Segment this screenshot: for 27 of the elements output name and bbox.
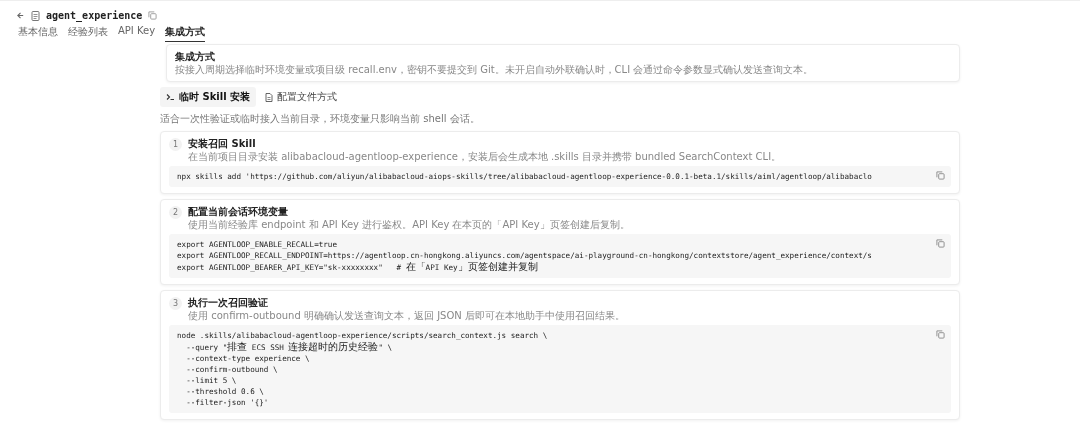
copy-icon[interactable]: [936, 171, 945, 180]
step-description: 在当前项目目录安装 alibabacloud-agentloop-experience，安装后会生成本地 .skills 目录并携带 bundled SearchContext CLI。: [188, 151, 782, 163]
page-title: agent_experience: [46, 10, 143, 21]
step-number: 1: [169, 138, 182, 151]
step-description: 使用 confirm-outbound 明确确认发送查询文本，返回 JSON 后即可在本地助手中使用召回结果。: [188, 310, 625, 322]
document-icon: [31, 10, 40, 21]
mode-tab[interactable]: 临时 Skill 安装: [160, 87, 257, 107]
copy-icon[interactable]: [936, 239, 945, 248]
step-number: 2: [169, 206, 182, 219]
tab[interactable]: API Key: [118, 25, 156, 42]
tab[interactable]: 基本信息: [18, 25, 58, 42]
back-arrow-icon[interactable]: [16, 11, 25, 20]
step-number: 3: [169, 297, 182, 310]
step-title: 配置当前会话环境变量: [188, 205, 289, 219]
tab[interactable]: 集成方式: [165, 25, 206, 42]
step-title: 安装召回 Skill: [188, 137, 257, 151]
tab[interactable]: 经验列表: [68, 25, 108, 42]
card-description: 按接入周期选择临时环境变量或项目级 recall.env，密钥不要提交到 Git。未开启自动外联确认时，CLI 会通过命令参数显式确认发送查询文本。: [175, 64, 815, 76]
mode-note: 适合一次性验证或临时接入当前目录，环境变量只影响当前 shell 会话。: [160, 112, 481, 126]
copy-icon[interactable]: [148, 11, 158, 20]
mode-tab[interactable]: 配置文件方式: [259, 87, 344, 107]
copy-icon[interactable]: [936, 330, 945, 339]
step-description: 使用当前经验库 endpoint 和 API Key 进行鉴权。API Key 在本页的「API Key」页签创建后复制。: [188, 219, 630, 231]
terminal-icon: [166, 93, 175, 101]
card-title: 集成方式: [175, 50, 216, 64]
step-title: 执行一次召回验证: [188, 296, 269, 310]
file-icon: [265, 92, 274, 102]
